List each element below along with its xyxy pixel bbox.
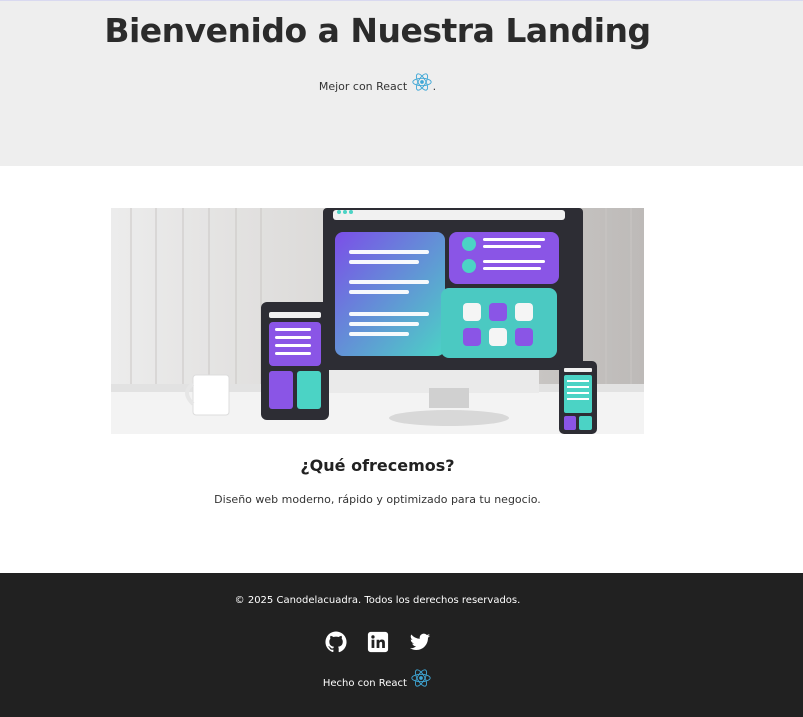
hero-subtitle: Mejor con React . [0, 71, 755, 93]
page-title: Bienvenido a Nuestra Landing [104, 11, 651, 50]
made-with-text: Hecho con React [322, 678, 407, 689]
github-icon[interactable] [324, 631, 347, 653]
twitter-icon[interactable] [409, 631, 431, 653]
react-icon [411, 669, 431, 687]
react-icon [412, 73, 432, 91]
linkedin-icon[interactable] [367, 631, 389, 653]
social-links [0, 631, 755, 653]
section-description: Diseño web moderno, rápido y optimizado … [214, 493, 541, 506]
section-title: ¿Qué ofrecemos? [300, 456, 455, 475]
footer: © 2025 Canodelacuadra. Todos los derecho… [0, 573, 803, 717]
hero-subtitle-text: Mejor con React [318, 80, 408, 93]
responsive-devices-image [111, 208, 644, 434]
hero-header: Bienvenido a Nuestra Landing Mejor con R… [0, 1, 803, 166]
made-with: Hecho con React [0, 667, 755, 689]
hero-subtitle-suffix: . [432, 80, 437, 93]
copyright-text: © 2025 Canodelacuadra. Todos los derecho… [234, 595, 521, 606]
